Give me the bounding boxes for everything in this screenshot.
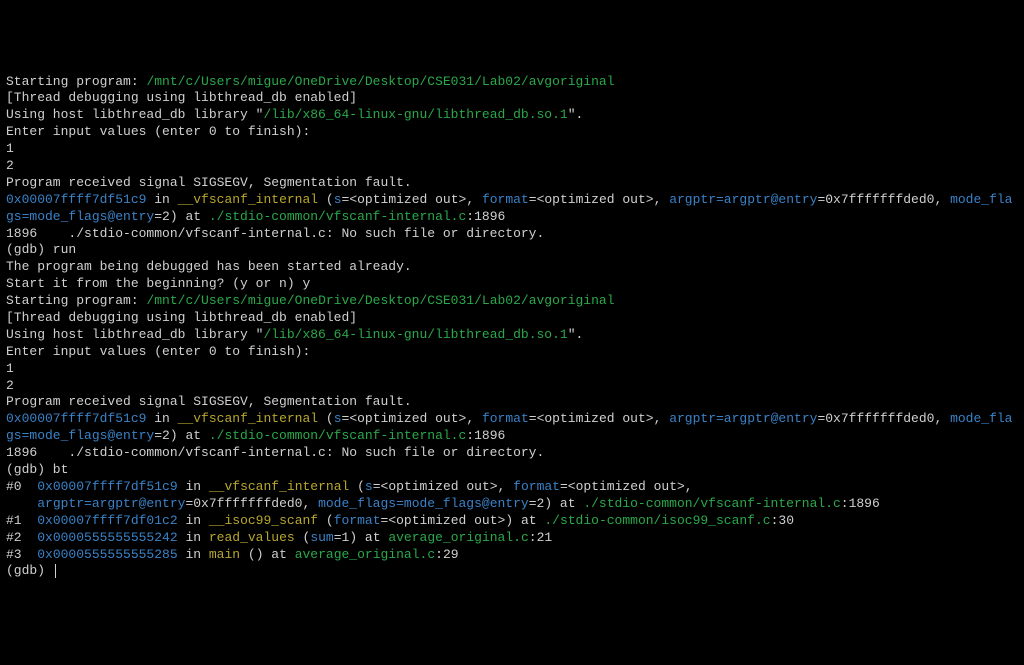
user-input: 2 — [6, 378, 1018, 395]
source-file: average_original.c — [388, 530, 528, 545]
address: 0x00007ffff7df01c2 — [37, 513, 177, 528]
program-path: /mnt/c/Users/migue/OneDrive/Desktop/CSE0… — [146, 74, 614, 89]
program-path: /mnt/c/Users/migue/OneDrive/Desktop/CSE0… — [146, 293, 614, 308]
user-input: 1 — [6, 361, 1018, 378]
fault-location: 0x00007ffff7df51c9 in __vfscanf_internal… — [6, 411, 1018, 445]
var-name: s — [365, 479, 373, 494]
var-name: argptr=argptr@entry — [669, 192, 817, 207]
fault-location: 0x00007ffff7df51c9 in __vfscanf_internal… — [6, 192, 1018, 226]
lib-path: /lib/x86_64-linux-gnu/libthread_db.so.1 — [263, 107, 567, 122]
output-line: [Thread debugging using libthread_db ena… — [6, 310, 1018, 327]
var-name: argptr=argptr@entry — [669, 411, 817, 426]
terminal-output[interactable]: Starting program: /mnt/c/Users/migue/One… — [6, 74, 1018, 581]
backtrace-frame-cont: argptr=argptr@entry=0x7fffffffded0, mode… — [6, 496, 1018, 513]
source-file: ./stdio-common/isoc99_scanf.c — [544, 513, 770, 528]
output-line: Starting program: /mnt/c/Users/migue/One… — [6, 74, 1018, 91]
function-name: read_values — [209, 530, 295, 545]
var-name: sum — [310, 530, 333, 545]
backtrace-frame: #1 0x00007ffff7df01c2 in __isoc99_scanf … — [6, 513, 1018, 530]
address: 0x00007ffff7df51c9 — [6, 411, 146, 426]
lib-path: /lib/x86_64-linux-gnu/libthread_db.so.1 — [263, 327, 567, 342]
input-prompt: Enter input values (enter 0 to finish): — [6, 344, 1018, 361]
gdb-command: (gdb) run — [6, 242, 1018, 259]
cursor-icon — [55, 564, 56, 578]
user-input: 1 — [6, 141, 1018, 158]
source-file: ./stdio-common/vfscanf-internal.c — [209, 209, 466, 224]
nofile-error: 1896 ./stdio-common/vfscanf-internal.c: … — [6, 445, 1018, 462]
function-name: __vfscanf_internal — [209, 479, 349, 494]
var-name: format — [513, 479, 560, 494]
user-input: 2 — [6, 158, 1018, 175]
var-name: argptr=argptr@entry — [37, 496, 185, 511]
restart-prompt: Start it from the beginning? (y or n) y — [6, 276, 1018, 293]
backtrace-frame: #2 0x0000555555555242 in read_values (su… — [6, 530, 1018, 547]
gdb-prompt[interactable]: (gdb) — [6, 563, 1018, 580]
source-file: ./stdio-common/vfscanf-internal.c — [583, 496, 840, 511]
address: 0x00007ffff7df51c9 — [37, 479, 177, 494]
var-name: format — [482, 192, 529, 207]
signal-message: Program received signal SIGSEGV, Segment… — [6, 175, 1018, 192]
output-line: [Thread debugging using libthread_db ena… — [6, 90, 1018, 107]
var-name: format — [334, 513, 381, 528]
output-line: Using host libthread_db library "/lib/x8… — [6, 327, 1018, 344]
address: 0x0000555555555285 — [37, 547, 177, 562]
output-line: The program being debugged has been star… — [6, 259, 1018, 276]
signal-message: Program received signal SIGSEGV, Segment… — [6, 394, 1018, 411]
gdb-command: (gdb) bt — [6, 462, 1018, 479]
function-name: __vfscanf_internal — [178, 192, 318, 207]
backtrace-frame: #0 0x00007ffff7df51c9 in __vfscanf_inter… — [6, 479, 1018, 496]
var-name: s — [334, 411, 342, 426]
var-name: format — [482, 411, 529, 426]
source-file: ./stdio-common/vfscanf-internal.c — [209, 428, 466, 443]
nofile-error: 1896 ./stdio-common/vfscanf-internal.c: … — [6, 226, 1018, 243]
function-name: __isoc99_scanf — [209, 513, 318, 528]
output-line: Starting program: /mnt/c/Users/migue/One… — [6, 293, 1018, 310]
output-line: Using host libthread_db library "/lib/x8… — [6, 107, 1018, 124]
var-name: mode_flags=mode_flags@entry — [318, 496, 529, 511]
function-name: main — [209, 547, 240, 562]
address: 0x00007ffff7df51c9 — [6, 192, 146, 207]
function-name: __vfscanf_internal — [178, 411, 318, 426]
input-prompt: Enter input values (enter 0 to finish): — [6, 124, 1018, 141]
address: 0x0000555555555242 — [37, 530, 177, 545]
source-file: average_original.c — [295, 547, 435, 562]
var-name: s — [334, 192, 342, 207]
